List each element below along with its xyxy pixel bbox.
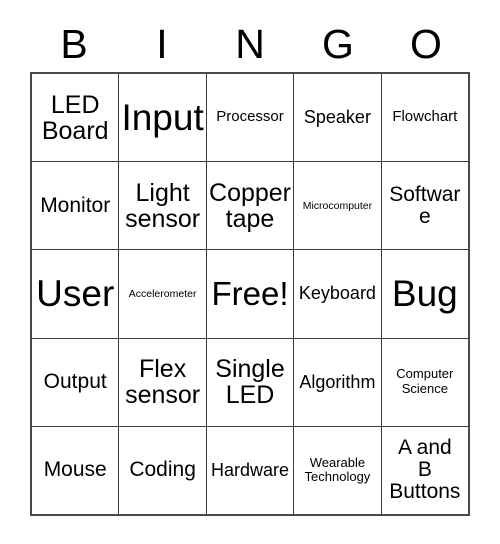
bingo-cell-label: Keyboard — [298, 283, 376, 304]
bingo-cell-label: A and B Buttons — [389, 436, 461, 504]
bingo-cell-label: User — [36, 273, 115, 315]
bingo-cell-label: Hardware — [211, 459, 290, 480]
bingo-row: Mouse Coding Hardware Wearable Technolog… — [32, 425, 469, 515]
bingo-cell-g5[interactable]: Wearable Technology — [293, 426, 381, 515]
bingo-cell-n1[interactable]: Processor — [205, 74, 294, 162]
bingo-cell-label: Monitor — [40, 193, 111, 217]
bingo-cell-i1[interactable]: Input — [118, 74, 206, 162]
bingo-cell-b4[interactable]: Output — [32, 338, 119, 426]
bingo-cell-label: Input — [121, 96, 204, 138]
bingo-cell-b5[interactable]: Mouse — [32, 426, 119, 515]
bingo-row: Monitor Light sensor Copper tape Microco… — [32, 161, 469, 250]
bingo-cell-label: Output — [43, 370, 107, 394]
bingo-cell-i5[interactable]: Coding — [118, 426, 206, 515]
bingo-cell-label: LED Board — [41, 90, 109, 145]
bingo-cell-g4[interactable]: Algorithm — [293, 338, 381, 426]
bingo-cell-label: Flowchart — [392, 108, 458, 126]
bingo-cell-i2[interactable]: Light sensor — [118, 162, 206, 250]
bingo-cell-label: Speaker — [303, 107, 371, 128]
bingo-cell-label: Processor — [216, 108, 284, 126]
header-letter-g: G — [322, 20, 354, 67]
bingo-cell-label: Software — [389, 182, 461, 228]
bingo-cell-label: Bug — [391, 273, 458, 315]
bingo-cell-o3[interactable]: Bug — [380, 250, 469, 338]
bingo-cell-i3[interactable]: Accelerometer — [118, 250, 206, 338]
bingo-grid: LED Board Input Processor Speaker Flowch… — [30, 72, 470, 516]
bingo-cell-n5[interactable]: Hardware — [205, 426, 294, 515]
bingo-cell-label: Computer Science — [396, 366, 454, 397]
bingo-cell-label: Algorithm — [299, 371, 376, 392]
bingo-cell-label: Copper tape — [209, 178, 292, 233]
bingo-cell-label: Free! — [211, 274, 289, 312]
bingo-cell-b3[interactable]: User — [32, 250, 119, 338]
bingo-row: User Accelerometer Free! Keyboard Bug — [32, 249, 469, 338]
bingo-cell-o2[interactable]: Software — [380, 162, 469, 250]
header-letter-i: I — [156, 20, 168, 67]
bingo-cell-o1[interactable]: Flowchart — [380, 74, 469, 162]
bingo-cell-label: Coding — [129, 458, 196, 482]
bingo-cell-o5[interactable]: A and B Buttons — [380, 426, 469, 515]
bingo-header-row: B I N G O — [30, 16, 470, 72]
bingo-cell-free-space[interactable]: Free! — [205, 250, 294, 338]
header-letter-b: B — [60, 20, 88, 67]
bingo-cell-g1[interactable]: Speaker — [293, 74, 381, 162]
bingo-cell-label: Microcomputer — [302, 199, 373, 212]
bingo-cell-label: Mouse — [43, 458, 107, 482]
bingo-cell-n4[interactable]: Single LED — [205, 338, 294, 426]
bingo-cell-label: Light sensor — [125, 178, 201, 233]
bingo-row: Output Flex sensor Single LED Algorithm … — [32, 337, 469, 426]
bingo-cell-o4[interactable]: Computer Science — [380, 338, 469, 426]
bingo-cell-b2[interactable]: Monitor — [32, 162, 119, 250]
bingo-cell-i4[interactable]: Flex sensor — [118, 338, 206, 426]
bingo-row: LED Board Input Processor Speaker Flowch… — [32, 74, 469, 162]
bingo-cell-label: Flex sensor — [125, 355, 201, 410]
bingo-cell-g3[interactable]: Keyboard — [293, 250, 381, 338]
bingo-cell-label: Single LED — [215, 355, 285, 410]
bingo-cell-n2[interactable]: Copper tape — [205, 162, 294, 250]
bingo-cell-label: Accelerometer — [128, 287, 197, 300]
bingo-card: B I N G O LED Board Input Processor Spea… — [0, 0, 500, 544]
bingo-cell-label: Wearable Technology — [304, 454, 371, 485]
bingo-cell-g2[interactable]: Microcomputer — [293, 162, 381, 250]
bingo-cell-b1[interactable]: LED Board — [32, 74, 119, 162]
header-letter-o: O — [410, 20, 442, 67]
header-letter-n: N — [235, 20, 265, 67]
